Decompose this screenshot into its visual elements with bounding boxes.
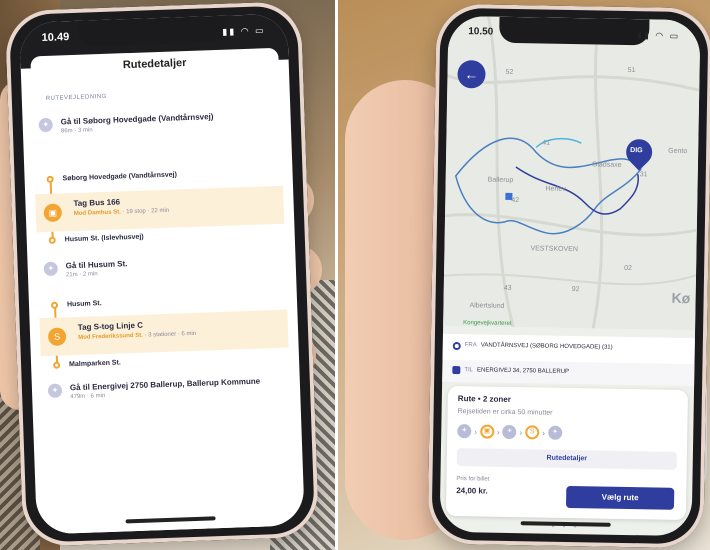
destination-pin-icon [452, 365, 461, 375]
to-value: ENERGIVEJ 34, 2750 BALLERUP [476, 367, 570, 375]
from-value: VANDTÅRNSVEJ (SØBORG HOVEDGADE) (31) [480, 342, 613, 351]
notch [78, 15, 229, 47]
transit-direction: Mod Frederikssund St. [78, 332, 143, 341]
to-row[interactable]: TIL ENERGIVEJ 34, 2750 BALLERUP [442, 359, 695, 387]
route-details-button[interactable]: Rutedetaljer [456, 448, 677, 470]
chevron-right-icon: › [519, 427, 523, 437]
road-number: 92 [571, 286, 580, 294]
route-card: Rute • 2 zoner Rejsetiden er cirka 50 mi… [445, 385, 689, 521]
chevron-right-icon: › [496, 427, 500, 437]
route-duration: Rejsetiden er cirka 50 minutter [457, 408, 553, 417]
status-time: 10.50 [468, 26, 494, 38]
to-label: TIL [464, 367, 474, 374]
transit-subtitle: Mod Frederikssund St. · 3 stationer · 6 … [78, 331, 196, 341]
photo-divider [335, 0, 338, 550]
map-label: Albertslund [469, 302, 505, 310]
from-label: FRA [464, 342, 477, 349]
status-icons: ▮▮ ◠ ▭ [222, 25, 266, 37]
step-subtitle: 86m · 3 min [60, 127, 93, 135]
road-number: 42 [511, 196, 520, 205]
route-map[interactable]: ← DIG Gladsaxe Herlev Ballerup Gento VES… [443, 15, 701, 331]
map-label: VESTSKOVEN [530, 245, 578, 254]
map-label: Herlev [545, 185, 566, 193]
route-map-screen: 10.50 ▮▮ ◠ ▭ ← DIG Gladsaxe Herlev Balle… [439, 15, 701, 537]
transit-title: Tag S-tog Linje C [77, 320, 144, 332]
road-number: 41 [542, 139, 551, 147]
walk-icon: ✦ [457, 424, 472, 439]
road-number: 02 [624, 264, 632, 273]
walk-icon: ✦ [502, 424, 517, 440]
left-photo: 10.49 ▮▮ ◠ ▭ Rutedetaljer RUTEVEJLEDNING… [0, 0, 337, 550]
price-label: Pris for billet [456, 476, 490, 483]
choose-route-button[interactable]: Vælg rute [565, 485, 675, 510]
transit-detail: · 19 stop · 22 min [120, 207, 170, 216]
transit-detail: · 3 stationer · 6 min [142, 330, 197, 339]
step-subtitle: 479m · 6 min [70, 393, 106, 401]
transit-subtitle: Mod Damhus St. · 19 stop · 22 min [74, 208, 170, 217]
status-icons: ▮▮ ◠ ▭ [636, 30, 681, 41]
transit-title: Tag Bus 166 [73, 197, 121, 209]
ticket-price: 24,00 kr. [456, 486, 488, 496]
train-icon: S [525, 425, 540, 440]
map-graphics [443, 16, 700, 329]
origin-pin-icon [452, 341, 461, 351]
phone-right: 10.50 ▮▮ ◠ ▭ ← DIG Gladsaxe Herlev Balle… [427, 3, 710, 549]
road-number: 31 [639, 171, 648, 179]
bus-icon: ▣ [43, 203, 63, 223]
train-icon: S [47, 327, 67, 347]
to-text: TIL ENERGIVEJ 34, 2750 BALLERUP [464, 367, 569, 375]
map-label: Ballerup [487, 176, 514, 184]
notch [499, 16, 650, 46]
phone-left: 10.49 ▮▮ ◠ ▭ Rutedetaljer RUTEVEJLEDNING… [4, 0, 320, 548]
map-label: Kø [671, 289, 691, 307]
route-title: Rute • 2 zoner [457, 394, 511, 404]
step-subtitle: 21m · 2 min [65, 271, 98, 279]
chevron-right-icon: › [474, 426, 478, 436]
route-details-screen: 10.49 ▮▮ ◠ ▭ Rutedetaljer RUTEVEJLEDNING… [19, 13, 305, 535]
chevron-right-icon: › [542, 428, 546, 438]
road-number: 43 [503, 284, 512, 292]
from-text: FRA VANDTÅRNSVEJ (SØBORG HOVEDGADE) (31) [465, 342, 613, 351]
walk-icon: ✦ [547, 425, 563, 440]
map-label: Gladsaxe [591, 161, 622, 169]
road-number: 51 [627, 66, 636, 75]
map-label: Gento [668, 147, 688, 156]
road-number: 52 [505, 68, 514, 76]
stop-name: Husum St. [66, 300, 102, 309]
green-area-label: Kongevejkvarteret [463, 320, 512, 327]
transit-direction: Mod Damhus St. [73, 209, 121, 218]
bus-icon: ▣ [479, 424, 495, 439]
status-time: 10.49 [41, 31, 70, 45]
route-legs: ✦ › ▣ › ✦ › S › ✦ [457, 424, 563, 440]
marker-label: DIG [630, 147, 643, 155]
